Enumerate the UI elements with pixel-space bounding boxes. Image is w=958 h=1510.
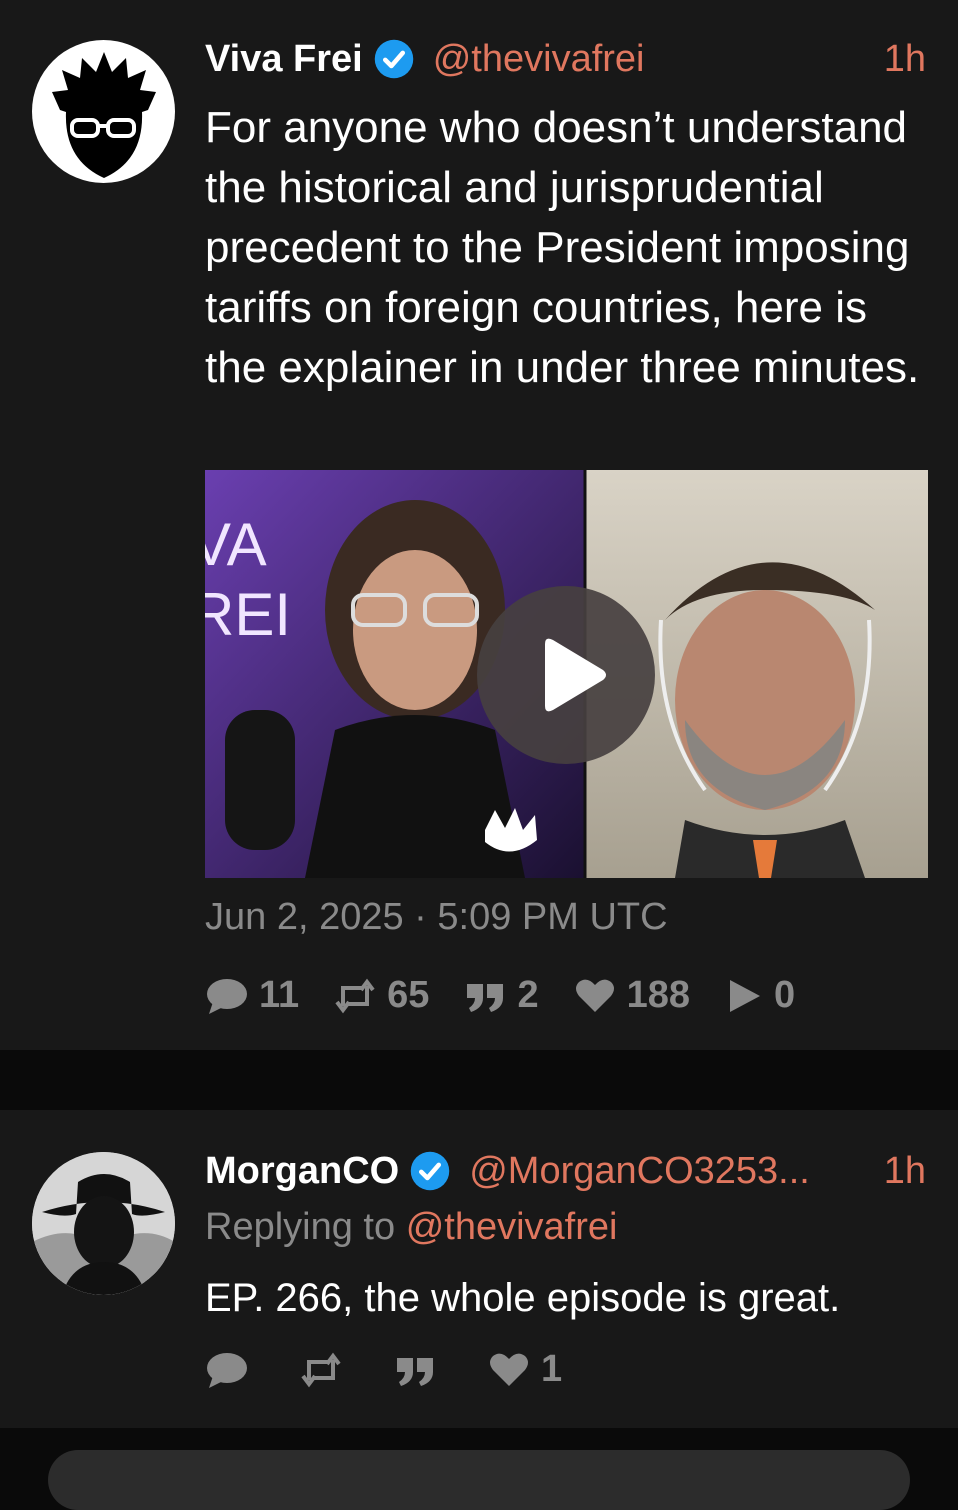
comment-stat[interactable]: 11 (205, 974, 299, 1017)
verified-icon (410, 1151, 450, 1191)
reply-like-count: 1 (541, 1348, 563, 1390)
reply-quote-stat[interactable] (393, 1350, 447, 1390)
avatar-vivafrei[interactable] (32, 40, 175, 183)
reply-stats: 1 (205, 1348, 596, 1391)
play-icon (545, 638, 606, 712)
avatar-morganco[interactable] (32, 1152, 175, 1295)
tweet-stats: 11 65 2 188 0 (205, 974, 829, 1017)
quote-icon (397, 1357, 433, 1386)
reply-like-stat[interactable]: 1 (487, 1348, 562, 1391)
replying-to: Replying to @thevivafrei (205, 1206, 617, 1249)
replying-label: Replying to (205, 1206, 396, 1248)
author-name[interactable]: Viva Frei (205, 38, 363, 81)
comment-count: 11 (259, 974, 300, 1016)
tweet-date[interactable]: Jun 2, 2025 · 5:09 PM UTC (205, 896, 668, 939)
play-stat[interactable]: 0 (724, 974, 795, 1017)
retweet-icon (301, 1352, 341, 1387)
retweet-icon (335, 978, 375, 1013)
reply-header: MorganCO @MorganCO3253... 1h (205, 1146, 926, 1196)
quote-count: 2 (517, 974, 539, 1016)
retweet-stat[interactable]: 65 (333, 974, 429, 1017)
quote-stat[interactable]: 2 (463, 974, 539, 1017)
comment-icon (207, 1352, 247, 1388)
heart-icon (490, 1353, 528, 1386)
tweet-reply[interactable]: MorganCO @MorganCO3253... 1h Replying to… (0, 1110, 958, 1428)
avatar-cowboy-photo (32, 1152, 175, 1295)
video-play-icon (730, 979, 760, 1012)
retweet-count: 65 (387, 974, 430, 1016)
replying-to-handle[interactable]: @thevivafrei (406, 1206, 618, 1248)
play-button[interactable] (477, 586, 655, 764)
play-count: 0 (774, 974, 796, 1016)
reply-author-name[interactable]: MorganCO (205, 1150, 399, 1193)
comment-icon (207, 978, 247, 1014)
quote-icon (467, 983, 504, 1012)
reply-text: EP. 266, the whole episode is great. (205, 1276, 841, 1320)
author-handle[interactable]: @thevivafrei (433, 38, 645, 81)
tweet-text: For anyone who doesn’t understand the hi… (205, 103, 920, 392)
verified-icon (374, 39, 413, 79)
tweet-main[interactable]: Viva Frei @thevivafrei 1h For anyone who… (0, 0, 958, 1050)
tweet-time[interactable]: 1h (866, 38, 926, 81)
reply-author-handle[interactable]: @MorganCO3253... (469, 1150, 810, 1193)
like-count: 188 (626, 974, 690, 1016)
tweet-header: Viva Frei @thevivafrei 1h (205, 34, 926, 84)
reply-time[interactable]: 1h (866, 1150, 926, 1193)
bottom-input-bar[interactable] (48, 1450, 910, 1510)
reply-comment-stat[interactable] (205, 1350, 259, 1390)
reply-retweet-stat[interactable] (299, 1350, 353, 1390)
video-thumbnail[interactable]: VA REI (205, 470, 928, 878)
like-stat[interactable]: 188 (573, 974, 690, 1017)
video-overlay-text: VA REI (205, 511, 292, 648)
heart-icon (575, 979, 614, 1012)
avatar-hair-logo (52, 52, 156, 178)
